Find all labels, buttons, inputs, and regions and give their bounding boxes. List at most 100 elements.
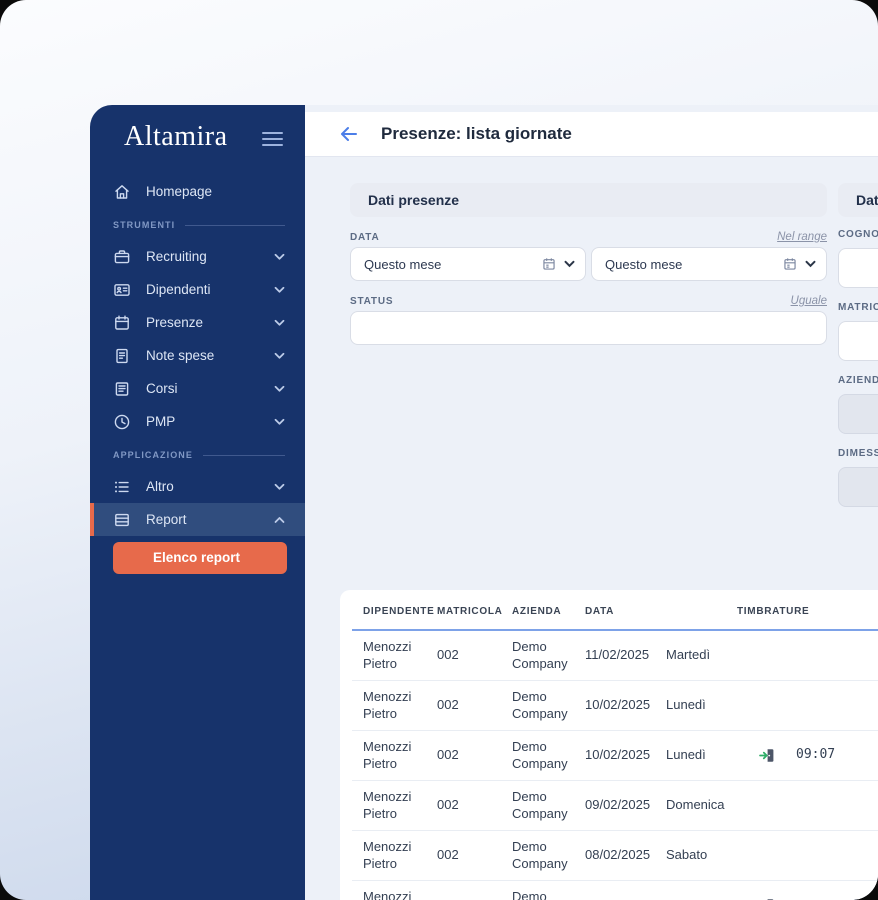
list-icon xyxy=(113,478,131,496)
cell-dipendente: Menozzi Pietro xyxy=(363,689,412,721)
cell-azienda: Demo Company xyxy=(512,639,568,671)
cell-data: 11/02/2025 xyxy=(585,647,650,663)
cell-giorno: Martedì xyxy=(666,647,711,663)
cell-dipendente: Menozzi Pietro xyxy=(363,789,412,821)
sidebar-subitem-elenco-report[interactable]: Elenco report xyxy=(113,542,287,574)
field-input-azienda[interactable] xyxy=(838,394,878,434)
cell-matricola: 002 xyxy=(437,847,459,863)
field-label-cognome: COGNOME xyxy=(838,229,878,240)
app-page: Altamira Homepage STRUMENTI Recruiting Dipe… xyxy=(0,0,878,900)
cell-giorno: Lunedì xyxy=(666,747,706,763)
cell-matricola: 002 xyxy=(437,747,459,763)
field-input-matricola[interactable] xyxy=(838,321,878,361)
cell-azienda: Demo Company xyxy=(512,689,568,721)
sidebar-section-title: STRUMENTI xyxy=(90,210,305,240)
field-label-matricola: MATRICOLA xyxy=(838,302,878,313)
cell-matricola: 002 xyxy=(437,647,459,663)
book-icon xyxy=(113,380,131,398)
chevron-down-icon xyxy=(274,319,285,327)
column-header-azienda: AZIENDA xyxy=(512,606,562,617)
main-area: Presenze: lista giornate Dati presenze D… xyxy=(305,105,878,900)
sidebar-item-label: Homepage xyxy=(146,184,213,199)
sidebar: Altamira Homepage STRUMENTI Recruiting Dipe… xyxy=(90,105,305,900)
entry-door-icon xyxy=(748,748,779,763)
date-range-row: Questo mese Questo mese xyxy=(350,247,827,281)
date-from-value: Questo mese xyxy=(364,256,442,272)
page-title: Presenze: lista giornate xyxy=(381,124,572,143)
chevron-down-icon xyxy=(564,260,575,268)
data-mode-link[interactable]: Nel range xyxy=(777,231,827,243)
status-input[interactable] xyxy=(350,311,827,345)
sidebar-item-pmp[interactable]: PMP xyxy=(90,405,305,438)
sidebar-item-recruiting[interactable]: Recruiting xyxy=(90,240,305,273)
sidebar-item-label: Altro xyxy=(146,479,174,494)
app-window: Altamira Homepage STRUMENTI Recruiting Dipe… xyxy=(90,105,878,900)
sidebar-item-corsi[interactable]: Corsi xyxy=(90,372,305,405)
sidebar-nav: Homepage STRUMENTI Recruiting Dipendenti Pre… xyxy=(90,175,305,574)
chevron-down-icon xyxy=(274,286,285,294)
cell-azienda: Demo Company xyxy=(512,839,568,871)
back-arrow-icon[interactable] xyxy=(340,126,358,142)
column-header-empty xyxy=(655,606,726,629)
cell-giorno: Sabato xyxy=(666,847,708,863)
sidebar-item-altro[interactable]: Altro xyxy=(90,470,305,503)
filter-panel-presenze-title: Dati presenze xyxy=(350,183,827,217)
table-row[interactable]: Menozzi Pietro002Demo Company xyxy=(352,881,878,900)
home-icon xyxy=(113,183,131,201)
table-header-row: DIPENDENTE MATRICOLA AZIENDA DATA TIMBRATURE xyxy=(352,590,878,631)
page-header: Presenze: lista giornate xyxy=(305,112,878,157)
table-row[interactable]: Menozzi Pietro 002 Demo Company 08/02/2025 S… xyxy=(352,831,878,881)
date-from-select[interactable]: Questo mese xyxy=(350,247,586,281)
sidebar-item-label: Note spese xyxy=(146,348,215,363)
calendar-small-icon xyxy=(542,257,556,271)
column-header-dipendente: DIPENDENTE xyxy=(363,606,435,617)
chevron-down-icon xyxy=(274,418,285,426)
cell-azienda: Demo Company xyxy=(512,889,547,900)
table-body: Menozzi Pietro 002 Demo Company 11/02/2025 M… xyxy=(352,631,878,900)
field-input-cognome[interactable] xyxy=(838,248,878,288)
sidebar-item-label: Report xyxy=(146,512,187,527)
entrata-time: 09:07 xyxy=(796,747,836,763)
cell-data: 08/02/2025 xyxy=(585,847,651,863)
cell-dipendente: Menozzi Pietro xyxy=(363,889,412,900)
filter-panel-presenze: Dati presenze DATA Nel range Questo mese xyxy=(350,183,827,345)
hamburger-menu-icon[interactable] xyxy=(262,128,283,146)
column-header-timbrature: TIMBRATURE xyxy=(737,606,810,617)
receipt-icon xyxy=(113,347,131,365)
field-input-dimesso[interactable] xyxy=(838,467,878,507)
results-table: DIPENDENTE MATRICOLA AZIENDA DATA TIMBRATURE… xyxy=(352,590,878,900)
chevron-down-icon xyxy=(805,260,816,268)
sidebar-item-label: Dipendenti xyxy=(146,282,211,297)
timbratura-entrata: 09:07 xyxy=(737,747,843,763)
cell-timbrature: 09:07 18:21 xyxy=(726,747,878,763)
cell-dipendente: Menozzi Pietro xyxy=(363,839,412,871)
id-card-icon xyxy=(113,281,131,299)
calendar-small-icon xyxy=(783,257,797,271)
table-row[interactable]: Menozzi Pietro 002 Demo Company 10/02/2025 L… xyxy=(352,681,878,731)
briefcase-icon xyxy=(113,248,131,266)
sidebar-item-homepage[interactable]: Homepage xyxy=(90,175,305,208)
status-mode-link[interactable]: Uguale xyxy=(791,295,827,307)
sidebar-item-presenze[interactable]: Presenze xyxy=(90,306,305,339)
sidebar-item-note-spese[interactable]: Note spese xyxy=(90,339,305,372)
sidebar-item-label: Corsi xyxy=(146,381,178,396)
filter-panel-dipendente: Dati COGNOME MATRICOLA AZIENDA DIMESSO xyxy=(838,183,878,507)
altamira-logo: Altamira xyxy=(124,121,228,152)
report-rows-icon xyxy=(113,511,131,529)
cell-matricola: 002 xyxy=(437,797,459,813)
right-panel-fields: COGNOME MATRICOLA AZIENDA DIMESSO xyxy=(838,229,878,507)
table-row[interactable]: Menozzi Pietro 002 Demo Company 09/02/2025 D… xyxy=(352,781,878,831)
chevron-up-icon xyxy=(274,516,285,524)
field-label-azienda: AZIENDA xyxy=(838,375,878,386)
chevron-down-icon xyxy=(274,352,285,360)
table-row[interactable]: Menozzi Pietro 002 Demo Company 10/02/2025 L… xyxy=(352,731,878,781)
date-to-select[interactable]: Questo mese xyxy=(591,247,827,281)
table-row[interactable]: Menozzi Pietro 002 Demo Company 11/02/2025 M… xyxy=(352,631,878,681)
cell-dipendente: Menozzi Pietro xyxy=(363,639,412,671)
calendar-icon xyxy=(113,314,131,332)
cell-azienda: Demo Company xyxy=(512,789,568,821)
date-to-value: Questo mese xyxy=(605,256,683,272)
sidebar-item-report[interactable]: Report xyxy=(90,503,305,536)
sidebar-item-dipendenti[interactable]: Dipendenti xyxy=(90,273,305,306)
field-label-dimesso: DIMESSO xyxy=(838,448,878,459)
